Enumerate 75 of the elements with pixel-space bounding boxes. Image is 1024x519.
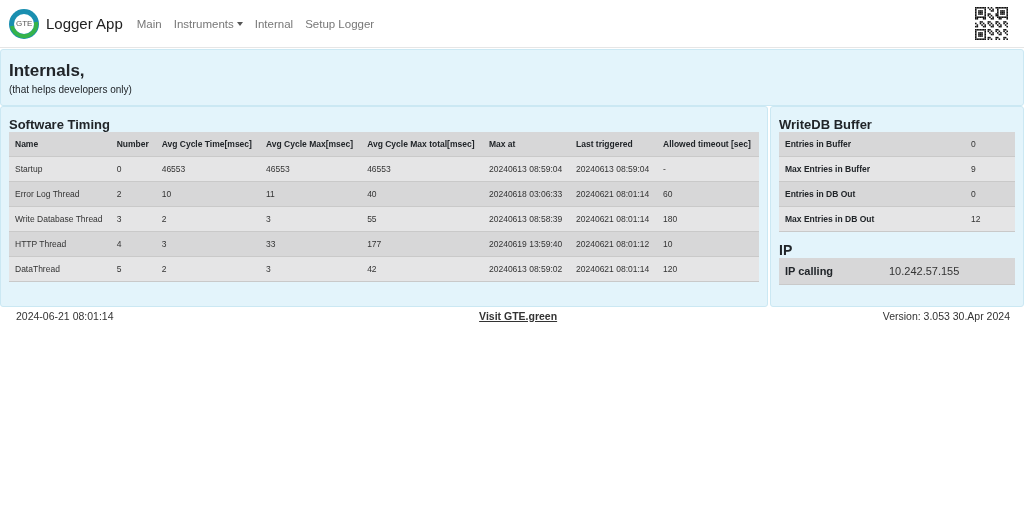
table-cell: 10.242.57.155 [883,258,1015,285]
table-cell: 42 [361,256,483,282]
qr-code-icon [975,7,1008,40]
table-cell: 20240621 08:01:14 [570,256,658,282]
table-cell: 20240613 08:59:04 [570,156,658,182]
version-text: Version: 3.053 30.Apr 2024 [882,310,1010,322]
table-cell: 3 [110,206,156,232]
table-cell: Startup [9,156,111,182]
brand-link[interactable]: Logger App [46,15,123,32]
table-cell: 3 [155,231,260,257]
column-header: Number [110,132,156,157]
table-cell: 33 [260,231,362,257]
nav-link[interactable]: Main [136,17,162,30]
table-cell: 20240621 08:01:14 [570,206,658,232]
table-cell: 40 [361,181,483,207]
table-cell: 3 [260,256,362,282]
table-cell: 177 [361,231,483,257]
nav-link[interactable]: Setup Logger [305,17,375,30]
table-cell: 46553 [260,156,362,182]
section-title: WriteDB Buffer [779,117,873,132]
table-cell: 20240618 03:06:33 [482,181,570,207]
table-cell: 180 [657,206,759,232]
table-cell: 3 [260,206,362,232]
caret-icon [236,21,243,26]
section-title: IP [779,242,794,258]
table-cell: 10 [155,181,260,207]
table-cell: 20240621 08:01:12 [570,231,658,257]
table-cell: 46553 [361,156,483,182]
column-header: Name [9,132,111,157]
table-cell: 9 [965,156,1015,182]
section-title: Software Timing [9,117,111,132]
table-cell: 11 [260,181,362,207]
logo-icon [8,7,40,40]
table-cell: 46553 [155,156,260,182]
nav-link[interactable]: Instruments [173,17,243,30]
row-label: Max Entries in Buffer [779,156,965,182]
table-cell: 0 [965,181,1015,207]
row-label: Entries in DB Out [779,181,965,207]
table-cell: 2 [155,206,260,232]
row-label: IP calling [779,258,883,285]
column-header: Max at [482,132,570,157]
column-header: Allowed timeout [sec] [657,132,759,157]
table-cell: - [657,156,759,182]
column-header: Avg Cycle Max total[msec] [361,132,483,157]
column-header: Avg Cycle Time[msec] [155,132,260,157]
table-cell: 10 [657,231,759,257]
table-cell: 5 [110,256,156,282]
table-cell: 4 [110,231,156,257]
nav-link[interactable]: Internal [254,17,294,30]
table-cell: 20240613 08:59:02 [482,256,570,282]
table-cell: DataThread [9,256,111,282]
table-cell: 60 [657,181,759,207]
table-cell: 20240621 08:01:14 [570,181,658,207]
table-cell: 20240613 08:58:39 [482,206,570,232]
page-title: Internals, [9,61,86,81]
logo-text: GTE [16,18,33,28]
column-header: Last triggered [570,132,658,157]
table-cell: 0 [965,132,1015,157]
table-cell: 120 [657,256,759,282]
table-cell: 20240613 08:59:04 [482,156,570,182]
column-header: Avg Cycle Max[msec] [260,132,362,157]
table-cell: Write Database Thread [9,206,111,232]
table-cell: 2 [110,181,156,207]
page-subtitle: (that helps developers only) [9,84,133,95]
table-cell: 12 [965,206,1015,232]
row-label: Entries in Buffer [779,132,965,157]
timestamp: 2024-06-21 08:01:14 [16,310,114,322]
table-cell: HTTP Thread [9,231,111,257]
table-cell: 2 [155,256,260,282]
row-label: Max Entries in DB Out [779,206,965,232]
table-cell: 20240619 13:59:40 [482,231,570,257]
table-cell: 0 [110,156,156,182]
table-cell: 55 [361,206,483,232]
table-cell: Error Log Thread [9,181,111,207]
website-link[interactable]: Visit GTE.green [479,310,558,322]
